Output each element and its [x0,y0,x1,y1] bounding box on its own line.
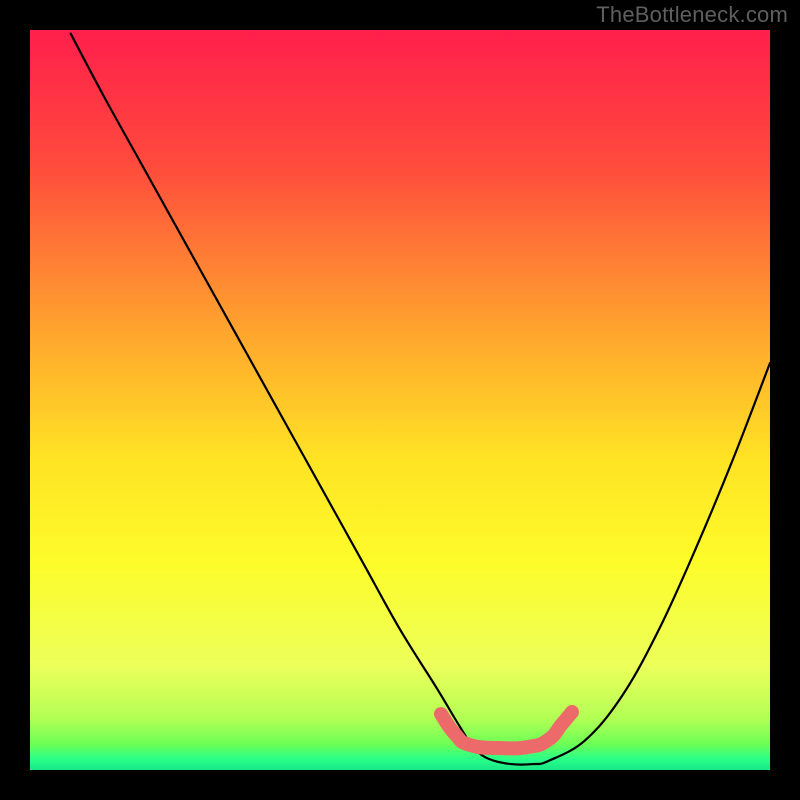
bottleneck-chart [0,0,800,800]
gradient-plot-area [30,30,770,770]
chart-stage: TheBottleneck.com [0,0,800,800]
watermark-text: TheBottleneck.com [596,2,788,28]
